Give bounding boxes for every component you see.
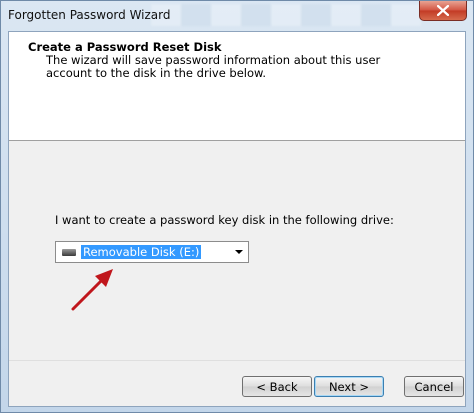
title-bar-background-blur xyxy=(151,4,421,26)
next-button[interactable]: Next > xyxy=(314,376,384,397)
page-description: The wizard will save password informatio… xyxy=(46,53,381,80)
close-icon xyxy=(437,5,449,16)
drive-select[interactable]: Removable Disk (E:) xyxy=(55,241,249,263)
wizard-header: Create a Password Reset Disk The wizard … xyxy=(9,32,465,141)
cancel-button[interactable]: Cancel xyxy=(404,376,464,397)
window-title: Forgotten Password Wizard xyxy=(8,8,171,22)
wizard-window: Forgotten Password Wizard Create a Passw… xyxy=(0,0,474,413)
back-button[interactable]: < Back xyxy=(242,376,312,397)
page-title: Create a Password Reset Disk xyxy=(28,40,222,54)
footer-divider xyxy=(9,360,465,361)
drive-icon xyxy=(62,249,76,256)
close-button[interactable] xyxy=(419,1,467,21)
title-bar[interactable]: Forgotten Password Wizard xyxy=(1,1,473,31)
drive-select-value: Removable Disk (E:) xyxy=(79,244,203,260)
chevron-down-icon[interactable] xyxy=(235,250,243,254)
wizard-client-area: Create a Password Reset Disk The wizard … xyxy=(8,31,466,407)
red-arrow-icon xyxy=(71,269,113,311)
drive-prompt-label: I want to create a password key disk in … xyxy=(55,213,394,227)
